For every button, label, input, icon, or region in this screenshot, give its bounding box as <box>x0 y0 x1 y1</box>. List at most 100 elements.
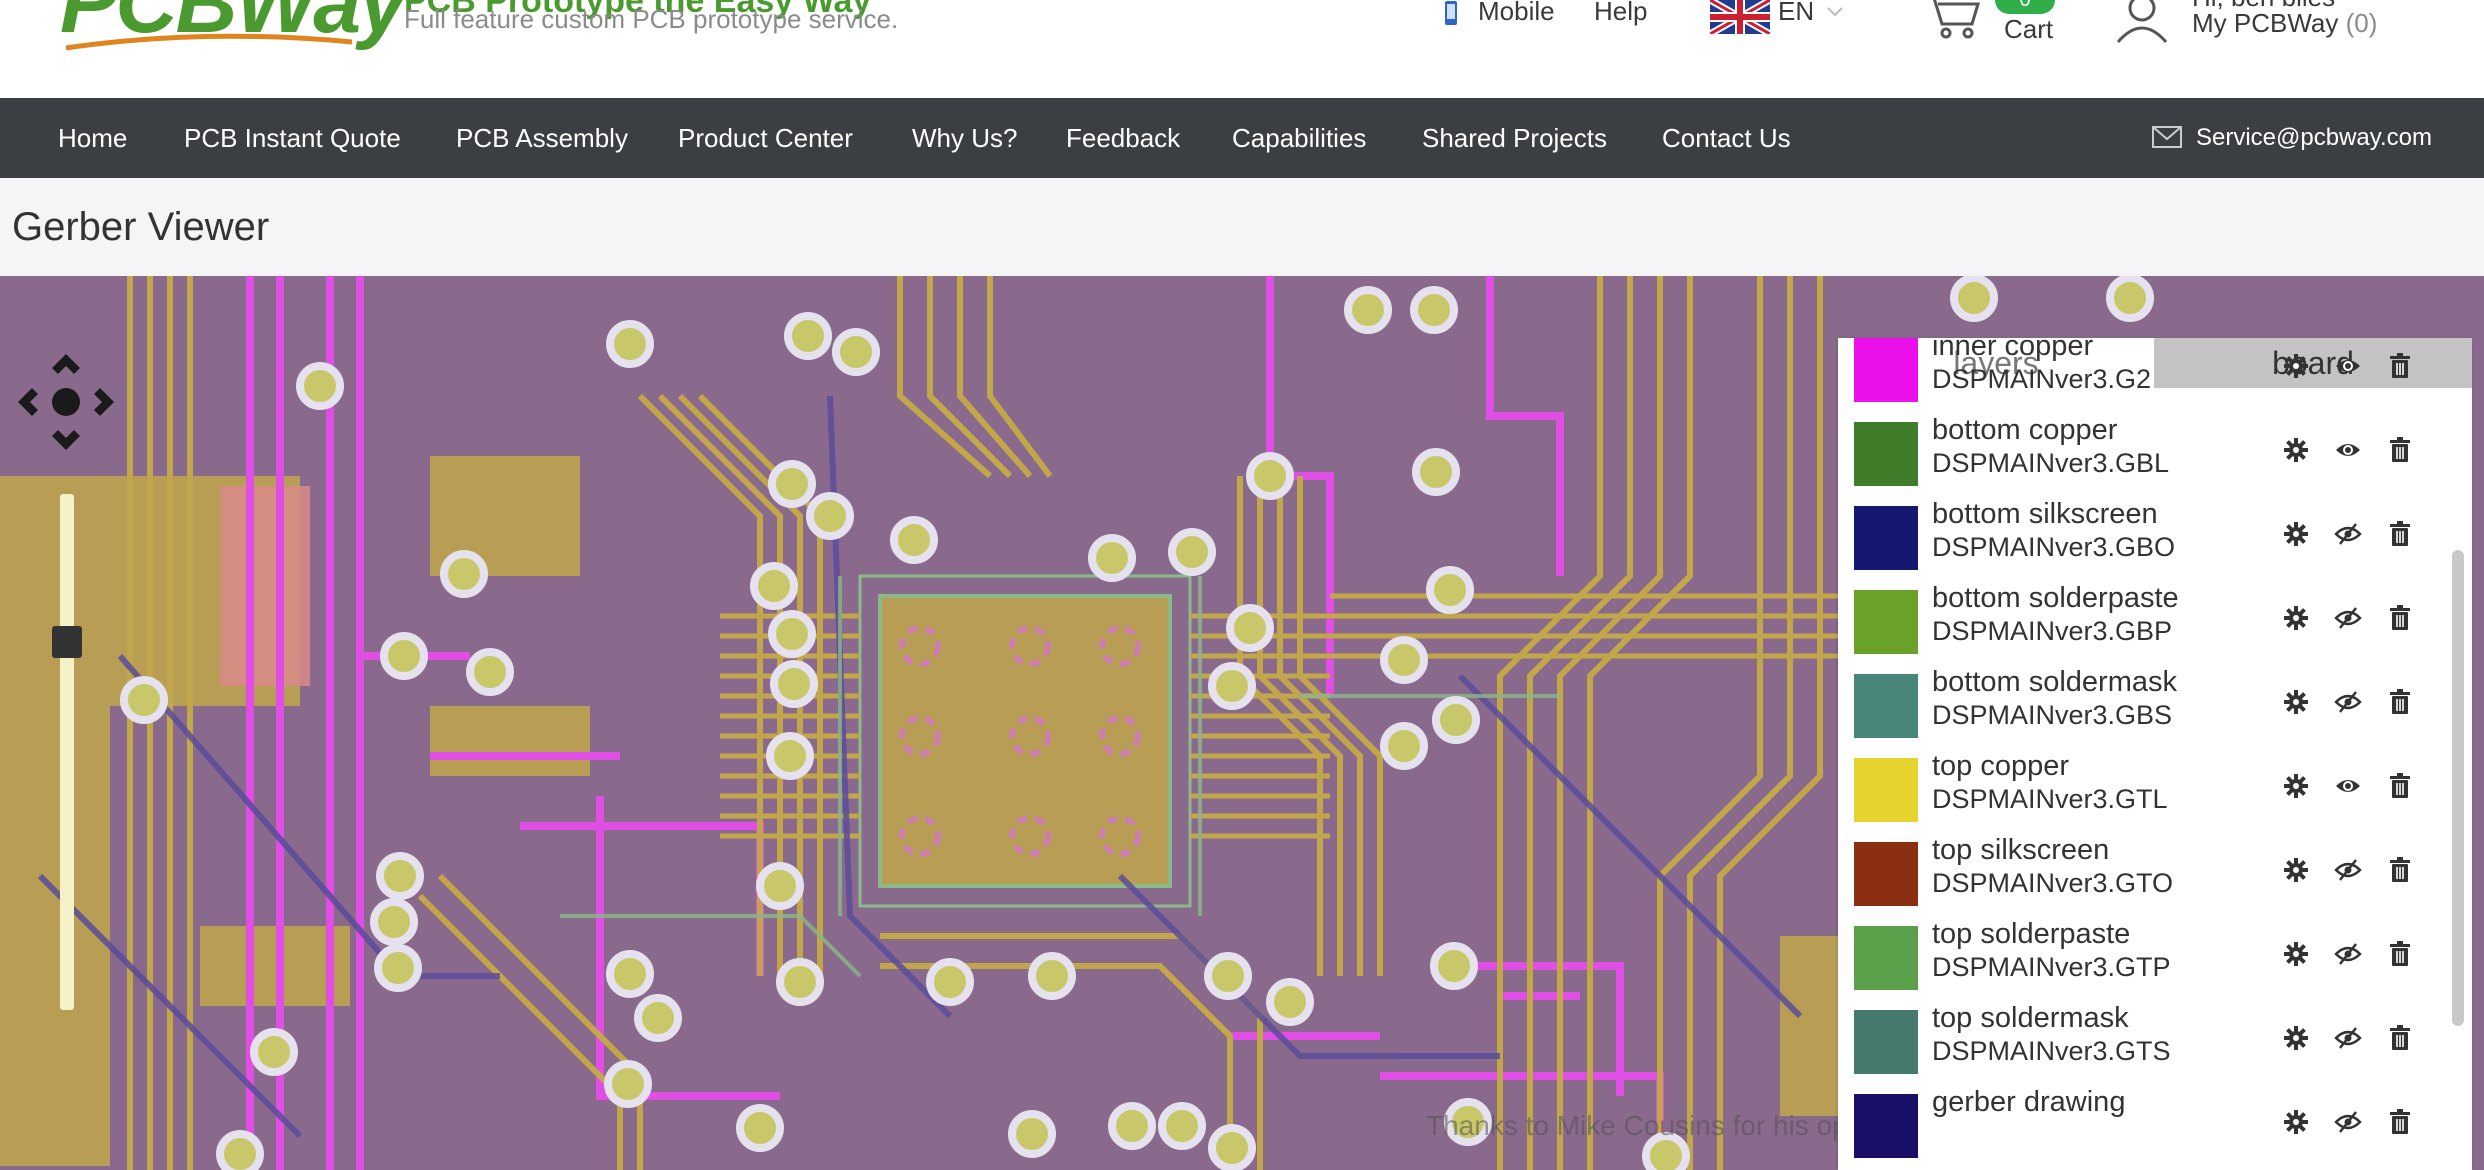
trash-icon[interactable] <box>2386 604 2414 632</box>
gear-icon[interactable] <box>2282 940 2310 968</box>
layer-row[interactable]: top silkscreen DSPMAINver3.GTO <box>1838 826 2448 910</box>
cart-icon[interactable] <box>1922 0 1982 40</box>
trash-icon[interactable] <box>2386 520 2414 548</box>
gear-icon[interactable] <box>2282 604 2310 632</box>
layer-row[interactable]: top solderpaste DSPMAINver3.GTP <box>1838 910 2448 994</box>
layer-row[interactable]: bottom soldermask DSPMAINver3.GBS <box>1838 658 2448 742</box>
main-navbar: Home PCB Instant Quote PCB Assembly Prod… <box>0 98 2484 178</box>
layer-color-swatch[interactable] <box>1854 1010 1918 1074</box>
layer-filename: DSPMAINver3.GBP <box>1932 616 2173 646</box>
layer-color-swatch[interactable] <box>1854 1094 1918 1158</box>
layer-name: bottom copper <box>1932 414 2118 446</box>
eye-off-icon[interactable] <box>2334 604 2362 632</box>
nav-pcb-instant-quote[interactable]: PCB Instant Quote <box>184 98 401 178</box>
cart-count-badge: 0 <box>1995 0 2055 14</box>
service-email-link[interactable]: Service@pcbway.com <box>2196 98 2432 178</box>
my-pcbway-label: My PCBWay <box>2192 8 2339 38</box>
nav-pcb-assembly[interactable]: PCB Assembly <box>456 98 628 178</box>
mail-icon <box>2152 126 2182 148</box>
layer-name: top solderpaste <box>1932 918 2131 950</box>
layer-filename: DSPMAINver3.GTO <box>1932 868 2174 898</box>
layer-filename: DSPMAINver3.G2 <box>1932 364 2152 394</box>
eye-off-icon[interactable] <box>2334 856 2362 884</box>
pan-control[interactable] <box>8 344 124 460</box>
nav-home[interactable]: Home <box>58 98 127 178</box>
layer-row[interactable]: bottom silkscreen DSPMAINver3.GBO <box>1838 490 2448 574</box>
gear-icon[interactable] <box>2282 856 2310 884</box>
layer-filename: DSPMAINver3.GTL <box>1932 784 2168 814</box>
layer-filename: DSPMAINver3.GBL <box>1932 448 2170 478</box>
uk-flag-icon[interactable] <box>1710 0 1770 34</box>
nav-contact-us[interactable]: Contact Us <box>1662 98 1791 178</box>
layer-filename: DSPMAINver3.GTP <box>1932 952 2171 982</box>
eye-off-icon[interactable] <box>2334 940 2362 968</box>
layer-name: bottom silkscreen <box>1932 498 2158 530</box>
layer-row[interactable]: bottom copper DSPMAINver3.GBL <box>1838 406 2448 490</box>
mobile-phone-icon <box>1445 1 1457 25</box>
gear-icon[interactable] <box>2282 688 2310 716</box>
eye-icon[interactable] <box>2334 352 2362 380</box>
gear-icon[interactable] <box>2282 436 2310 464</box>
user-icon[interactable] <box>2114 0 2170 44</box>
nav-why-us[interactable]: Why Us? <box>912 98 1017 178</box>
layer-filename: DSPMAINver3.GTS <box>1932 1036 2171 1066</box>
my-pcbway-count: (0) <box>2345 8 2378 38</box>
layer-filename: DSPMAINver3.GBO <box>1932 532 2176 562</box>
eye-off-icon[interactable] <box>2334 1108 2362 1136</box>
zoom-slider-track[interactable] <box>60 494 74 1010</box>
chevron-down-icon[interactable] <box>1826 6 1844 18</box>
layers-panel: layers board inner copper DSPMAINver3.G2 b… <box>1838 338 2472 1170</box>
zoom-slider-thumb[interactable] <box>52 626 82 658</box>
nav-shared-projects[interactable]: Shared Projects <box>1422 98 1607 178</box>
title-bar: Gerber Viewer <box>0 178 2484 276</box>
nav-feedback[interactable]: Feedback <box>1066 98 1180 178</box>
trash-icon[interactable] <box>2386 940 2414 968</box>
layer-name: top copper <box>1932 750 2070 782</box>
layer-row[interactable]: top soldermask DSPMAINver3.GTS <box>1838 994 2448 1078</box>
mobile-link[interactable]: Mobile <box>1478 0 1555 27</box>
trash-icon[interactable] <box>2386 1024 2414 1052</box>
eye-off-icon[interactable] <box>2334 1024 2362 1052</box>
eye-off-icon[interactable] <box>2334 688 2362 716</box>
layer-row[interactable]: top copper DSPMAINver3.GTL <box>1838 742 2448 826</box>
layer-color-swatch[interactable] <box>1854 842 1918 906</box>
trash-icon[interactable] <box>2386 856 2414 884</box>
layer-color-swatch[interactable] <box>1854 422 1918 486</box>
layer-color-swatch[interactable] <box>1854 338 1918 402</box>
gear-icon[interactable] <box>2282 1024 2310 1052</box>
layer-row[interactable]: gerber drawing <box>1838 1078 2448 1162</box>
my-pcbway-link[interactable]: My PCBWay (0) <box>2192 8 2377 39</box>
panel-scrollbar[interactable] <box>2452 550 2464 1026</box>
eye-icon[interactable] <box>2334 436 2362 464</box>
gear-icon[interactable] <box>2282 520 2310 548</box>
layer-row[interactable]: bottom solderpaste DSPMAINver3.GBP <box>1838 574 2448 658</box>
layer-color-swatch[interactable] <box>1854 674 1918 738</box>
logo-swoosh-icon <box>65 33 353 51</box>
eye-icon[interactable] <box>2334 772 2362 800</box>
eye-off-icon[interactable] <box>2334 520 2362 548</box>
layer-row[interactable]: inner copper DSPMAINver3.G2 <box>1838 338 2448 406</box>
layer-color-swatch[interactable] <box>1854 590 1918 654</box>
trash-icon[interactable] <box>2386 436 2414 464</box>
cart-link[interactable]: Cart <box>2004 14 2053 45</box>
layer-name: gerber drawing <box>1932 1086 2126 1118</box>
layer-color-swatch[interactable] <box>1854 926 1918 990</box>
layer-filename: DSPMAINver3.GBS <box>1932 700 2173 730</box>
layer-color-swatch[interactable] <box>1854 758 1918 822</box>
trash-icon[interactable] <box>2386 688 2414 716</box>
layer-color-swatch[interactable] <box>1854 506 1918 570</box>
layer-name: top silkscreen <box>1932 834 2110 866</box>
trash-icon[interactable] <box>2386 772 2414 800</box>
help-link[interactable]: Help <box>1594 0 1647 27</box>
nav-capabilities[interactable]: Capabilities <box>1232 98 1366 178</box>
trash-icon[interactable] <box>2386 352 2414 380</box>
nav-product-center[interactable]: Product Center <box>678 98 853 178</box>
layer-name: inner copper <box>1932 338 2094 362</box>
trash-icon[interactable] <box>2386 1108 2414 1136</box>
gear-icon[interactable] <box>2282 352 2310 380</box>
language-selector[interactable]: EN <box>1778 0 1814 27</box>
subtagline: Full feature custom PCB prototype servic… <box>404 4 899 34</box>
gear-icon[interactable] <box>2282 772 2310 800</box>
gear-icon[interactable] <box>2282 1108 2310 1136</box>
layer-name: top soldermask <box>1932 1002 2129 1034</box>
